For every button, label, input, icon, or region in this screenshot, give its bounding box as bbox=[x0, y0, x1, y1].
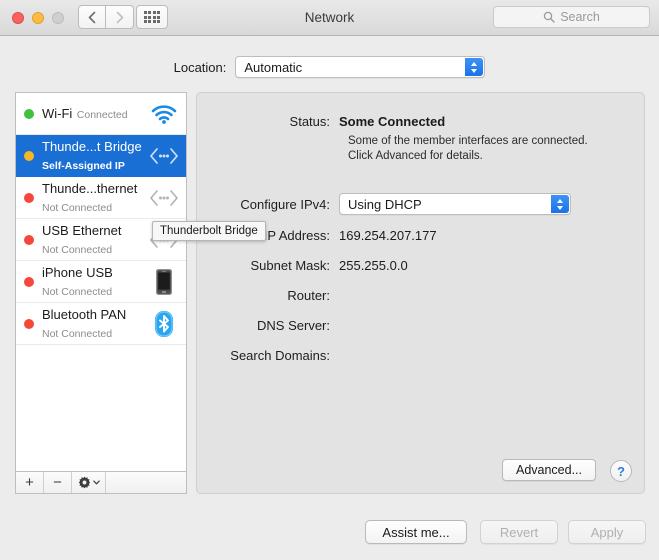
status-dot-icon bbox=[24, 319, 34, 329]
wifi-icon bbox=[148, 99, 180, 129]
list-item[interactable]: Thunde...thernet Not Connected bbox=[16, 177, 186, 219]
location-row: Location: Automatic bbox=[0, 56, 659, 78]
status-dot-icon bbox=[24, 109, 34, 119]
subnet-mask-label: Subnet Mask: bbox=[197, 257, 339, 274]
location-dropdown[interactable]: Automatic bbox=[235, 56, 485, 78]
service-name: Thunde...thernet bbox=[42, 181, 137, 196]
location-label: Location: bbox=[174, 60, 227, 75]
router-label: Router: bbox=[197, 287, 339, 304]
list-item-text: Wi-Fi Connected bbox=[42, 105, 148, 123]
gear-icon bbox=[78, 476, 91, 489]
list-item-text: Thunde...t Bridge Self-Assigned IP bbox=[42, 138, 148, 174]
status-dot-icon bbox=[24, 151, 34, 161]
service-name: Thunde...t Bridge bbox=[42, 139, 142, 154]
list-item-text: iPhone USB Not Connected bbox=[42, 264, 148, 300]
service-actions-button[interactable] bbox=[72, 472, 106, 493]
advanced-button[interactable]: Advanced... bbox=[502, 459, 596, 481]
service-name: Wi-Fi bbox=[42, 106, 72, 121]
subnet-mask-value: 255.255.0.0 bbox=[339, 257, 408, 274]
service-status: Not Connected bbox=[42, 286, 112, 298]
status-dot-icon bbox=[24, 193, 34, 203]
service-name: USB Ethernet bbox=[42, 223, 122, 238]
dns-server-row: DNS Server: bbox=[197, 317, 339, 334]
service-name: iPhone USB bbox=[42, 265, 113, 280]
chevron-updown-icon bbox=[551, 195, 569, 213]
configure-ipv4-label: Configure IPv4: bbox=[197, 196, 339, 213]
service-status: Not Connected bbox=[42, 328, 112, 340]
service-name: Bluetooth PAN bbox=[42, 307, 126, 322]
iphone-icon bbox=[148, 267, 180, 297]
toolbar-spacer bbox=[106, 472, 186, 493]
apply-button: Apply bbox=[568, 520, 646, 544]
search-domains-label: Search Domains: bbox=[197, 347, 339, 364]
service-status: Connected bbox=[77, 109, 128, 121]
configure-ipv4-value: Using DHCP bbox=[340, 197, 422, 212]
service-list-toolbar: + − bbox=[15, 472, 187, 494]
add-service-button[interactable]: + bbox=[16, 472, 44, 493]
network-service-list[interactable]: Wi-Fi Connected Thunde...t Bridge Self-A… bbox=[15, 92, 187, 472]
chevron-updown-icon bbox=[465, 58, 483, 76]
window-titlebar: Network Search bbox=[0, 0, 659, 36]
status-dot-icon bbox=[24, 235, 34, 245]
status-description: Some of the member interfaces are connec… bbox=[348, 134, 598, 164]
status-dot-icon bbox=[24, 277, 34, 287]
help-button[interactable]: ? bbox=[610, 460, 632, 482]
chevron-down-icon bbox=[93, 480, 100, 485]
list-item-text: USB Ethernet Not Connected bbox=[42, 222, 148, 258]
location-selected-value: Automatic bbox=[236, 60, 302, 75]
tooltip: Thunderbolt Bridge bbox=[152, 221, 266, 241]
subnet-mask-row: Subnet Mask: 255.255.0.0 bbox=[197, 257, 408, 274]
bluetooth-icon bbox=[148, 309, 180, 339]
ip-address-value: 169.254.207.177 bbox=[339, 227, 437, 244]
list-item-text: Thunde...thernet Not Connected bbox=[42, 180, 148, 216]
service-status: Not Connected bbox=[42, 244, 112, 256]
router-row: Router: bbox=[197, 287, 339, 304]
dns-server-label: DNS Server: bbox=[197, 317, 339, 334]
search-domains-row: Search Domains: bbox=[197, 347, 339, 364]
remove-service-button[interactable]: − bbox=[44, 472, 72, 493]
revert-button: Revert bbox=[480, 520, 558, 544]
list-item[interactable]: Wi-Fi Connected bbox=[16, 93, 186, 135]
assist-me-button[interactable]: Assist me... bbox=[365, 520, 467, 544]
search-icon bbox=[543, 11, 555, 23]
configure-ipv4-row: Configure IPv4: Using DHCP bbox=[197, 193, 571, 215]
list-item[interactable]: Bluetooth PAN Not Connected bbox=[16, 303, 186, 345]
list-item-text: Bluetooth PAN Not Connected bbox=[42, 306, 148, 342]
service-status: Self-Assigned IP bbox=[42, 160, 125, 172]
thunderbolt-icon bbox=[148, 183, 180, 213]
search-field[interactable]: Search bbox=[493, 6, 650, 28]
status-row: Status: Some Connected bbox=[197, 113, 445, 130]
service-status: Not Connected bbox=[42, 202, 112, 214]
search-placeholder: Search bbox=[560, 10, 600, 24]
service-detail-panel: Status: Some Connected Some of the membe… bbox=[196, 92, 645, 494]
list-item[interactable]: Thunde...t Bridge Self-Assigned IP bbox=[16, 135, 186, 177]
list-item[interactable]: iPhone USB Not Connected bbox=[16, 261, 186, 303]
status-label: Status: bbox=[197, 113, 339, 130]
thunderbolt-icon bbox=[148, 141, 180, 171]
configure-ipv4-dropdown[interactable]: Using DHCP bbox=[339, 193, 571, 215]
status-value: Some Connected bbox=[339, 113, 445, 130]
